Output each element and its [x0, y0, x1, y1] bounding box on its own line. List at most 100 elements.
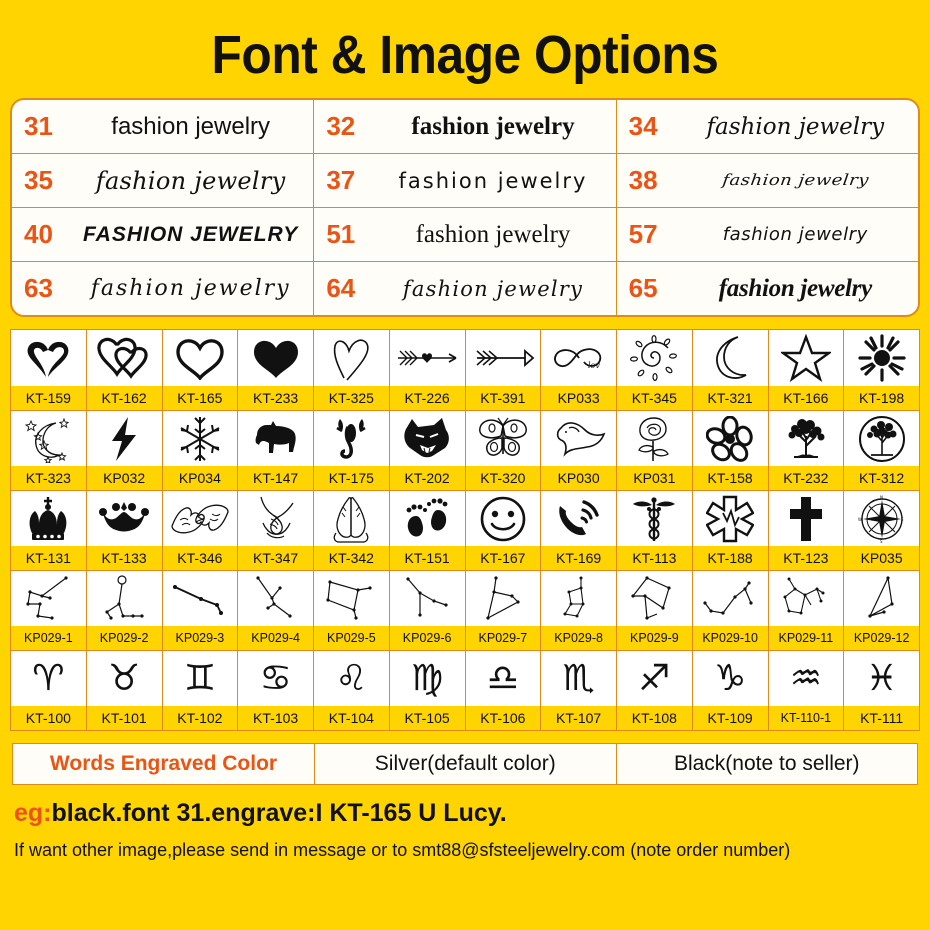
praying-hands-icon	[314, 490, 389, 546]
image-option-cell[interactable]: ♉ KT-101	[86, 650, 163, 730]
font-option-cell[interactable]: 32 fashion jewelry	[314, 100, 617, 153]
image-option-cell[interactable]: KT-123	[768, 490, 845, 570]
constellation-8-icon	[541, 570, 616, 626]
image-code: KT-109	[692, 706, 768, 730]
image-option-cell[interactable]: ♑ KT-109	[692, 650, 769, 730]
image-option-cell[interactable]: KP029-12	[844, 570, 919, 650]
image-option-cell[interactable]: ♎ KT-106	[465, 650, 542, 730]
image-option-cell[interactable]: KP032	[86, 410, 163, 490]
image-code: KT-133	[86, 546, 162, 570]
example-text: black.font 31.engrave:I KT-165 U Lucy.	[51, 799, 507, 827]
image-option-cell[interactable]: KT-347	[238, 490, 314, 570]
image-code: KP029-6	[389, 626, 465, 650]
image-option-cell[interactable]: KT-188	[692, 490, 769, 570]
page-root: Font & Image Options 31 fashion jewelry …	[0, 0, 930, 930]
image-option-cell[interactable]: ♊ KT-102	[162, 650, 239, 730]
image-option-cell[interactable]: KT-226	[389, 330, 466, 410]
image-option-cell[interactable]: KT-233	[238, 330, 314, 410]
image-option-cell[interactable]: KT-113	[617, 490, 693, 570]
image-option-cell[interactable]: KT-342	[314, 490, 390, 570]
capricorn-icon: ♑	[692, 650, 768, 706]
image-option-cell[interactable]: KP031	[617, 410, 693, 490]
dog-icon	[238, 410, 313, 466]
font-option-cell[interactable]: 65 fashion jewelry	[617, 262, 918, 315]
image-option-cell[interactable]: KP029-7	[465, 570, 542, 650]
image-option-cell[interactable]: KT-167	[465, 490, 542, 570]
image-code: KT-151	[389, 546, 465, 570]
svg-text:N: N	[880, 495, 883, 500]
image-option-cell[interactable]: KT-202	[389, 410, 466, 490]
image-option-cell[interactable]: ♐ KT-108	[617, 650, 693, 730]
font-option-cell[interactable]: 40 FASHION JEWELRY	[12, 208, 315, 261]
image-option-cell[interactable]: KP029-6	[389, 570, 466, 650]
font-sample: fashion jewelry	[411, 112, 575, 140]
constellation-7-icon	[465, 570, 541, 626]
image-option-cell[interactable]: KP034	[162, 410, 239, 490]
font-option-cell[interactable]: 37 fashion jewelry	[314, 154, 617, 207]
font-option-cell[interactable]: 38 fashion jewelry	[617, 154, 918, 207]
image-option-cell[interactable]: KP029-5	[314, 570, 390, 650]
image-option-cell[interactable]: KT-391	[465, 330, 542, 410]
image-option-cell[interactable]: KT-158	[692, 410, 769, 490]
image-option-cell[interactable]: KP030	[541, 410, 617, 490]
font-option-cell[interactable]: 57 fashion jewelry	[617, 208, 918, 261]
font-option-cell[interactable]: 34 fashion jewelry	[617, 100, 918, 153]
image-code: KT-323	[11, 466, 86, 490]
font-option-cell[interactable]: 63 fashion jewelry	[12, 262, 315, 315]
image-option-cell[interactable]: KT-345	[617, 330, 693, 410]
image-option-cell[interactable]: KT-198	[844, 330, 919, 410]
image-option-cell[interactable]: lov KP033	[541, 330, 617, 410]
image-code: KT-102	[162, 706, 238, 730]
image-option-cell[interactable]: KP029-1	[11, 570, 87, 650]
image-option-cell[interactable]: KP029-4	[238, 570, 314, 650]
font-option-cell[interactable]: 35 fashion jewelry	[12, 154, 315, 207]
image-option-cell[interactable]: KT-133	[86, 490, 163, 570]
font-row: 40 FASHION JEWELRY 51 fashion jewelry 57…	[12, 208, 918, 262]
constellation-10-icon	[692, 570, 768, 626]
image-code: KP030	[541, 466, 616, 490]
image-option-cell[interactable]: KT-346	[162, 490, 239, 570]
image-option-cell[interactable]: KP029-2	[86, 570, 163, 650]
image-option-cell[interactable]: KP029-3	[162, 570, 239, 650]
image-option-cell[interactable]: KT-232	[768, 410, 845, 490]
image-option-cell[interactable]: KT-175	[314, 410, 390, 490]
image-option-cell[interactable]: ♋ KT-103	[238, 650, 314, 730]
image-option-cell[interactable]: KT-169	[541, 490, 617, 570]
image-option-cell[interactable]: ♍ KT-105	[389, 650, 466, 730]
image-option-cell[interactable]: KT-159	[11, 330, 87, 410]
image-option-cell[interactable]: KT-321	[692, 330, 769, 410]
image-option-cell[interactable]: ♌ KT-104	[314, 650, 390, 730]
sun-spiral-icon	[617, 330, 692, 386]
image-option-cell[interactable]: ♏ KT-107	[541, 650, 617, 730]
image-option-cell[interactable]: KT-320	[465, 410, 542, 490]
image-option-cell[interactable]: ♈ KT-100	[11, 650, 87, 730]
heart-sketch-icon	[314, 330, 389, 386]
font-option-cell[interactable]: 64 fashion jewelry	[314, 262, 617, 315]
engraved-color-option-silver[interactable]: Silver(default color)	[315, 744, 617, 784]
engraved-color-option-black[interactable]: Black(note to seller)	[617, 744, 918, 784]
image-option-cell[interactable]: KP029-8	[541, 570, 617, 650]
font-option-cell[interactable]: 31 fashion jewelry	[12, 100, 315, 153]
gemini-icon: ♊	[162, 650, 238, 706]
image-option-cell[interactable]: KT-325	[314, 330, 390, 410]
image-option-cell[interactable]: KP029-10	[692, 570, 769, 650]
constellation-1-icon	[11, 570, 86, 626]
image-option-cell[interactable]: KT-166	[768, 330, 845, 410]
image-option-cell[interactable]: KT-151	[389, 490, 466, 570]
image-option-cell[interactable]: KP029-11	[768, 570, 845, 650]
image-option-cell[interactable]: ♓ KT-111	[844, 650, 919, 730]
snowflake-icon	[162, 410, 238, 466]
image-option-cell[interactable]: KT-323	[11, 410, 87, 490]
image-option-cell[interactable]: ♒ KT-110-1	[768, 650, 845, 730]
image-code: KT-169	[541, 546, 616, 570]
image-option-cell[interactable]: KP029-9	[617, 570, 693, 650]
image-option-cell[interactable]: NSWE KP035	[844, 490, 919, 570]
image-option-cell[interactable]: KT-162	[86, 330, 163, 410]
image-option-cell[interactable]: KT-131	[11, 490, 87, 570]
image-option-cell[interactable]: KT-312	[844, 410, 919, 490]
image-code: KT-342	[314, 546, 389, 570]
font-option-cell[interactable]: 51 fashion jewelry	[314, 208, 617, 261]
image-option-cell[interactable]: KT-147	[238, 410, 314, 490]
tiara-crown-icon	[86, 490, 162, 546]
image-option-cell[interactable]: KT-165	[162, 330, 239, 410]
